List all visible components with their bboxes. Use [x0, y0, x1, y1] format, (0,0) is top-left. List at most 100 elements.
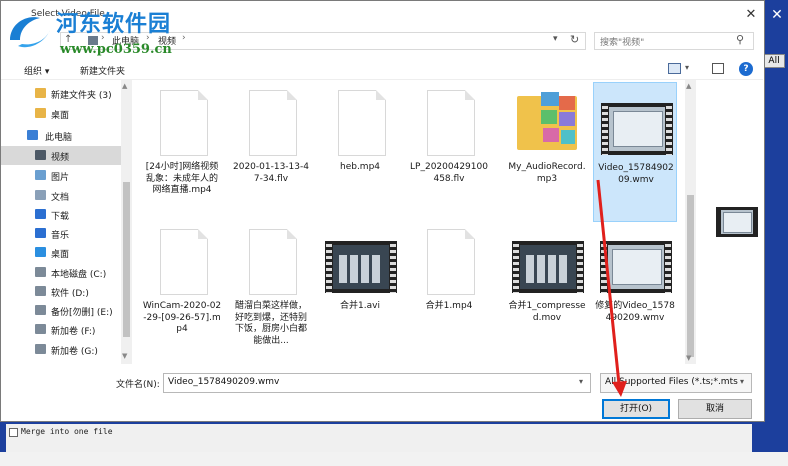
nav-scroll-down-icon[interactable]: ▼ [122, 352, 127, 360]
preview-pane-icon[interactable] [712, 63, 724, 74]
file-item[interactable]: 合并1_compressed.mov [505, 221, 589, 361]
documents-icon [35, 190, 46, 200]
file-name: 合并1_compressed.mov [508, 301, 586, 323]
file-item[interactable]: WinCam-2020-02-29-[09-26-57].mp4 [140, 221, 224, 361]
new-folder-button[interactable]: 新建文件夹 [80, 64, 125, 77]
search-placeholder: 搜索"视频" [600, 38, 645, 48]
file-list-scroll-thumb[interactable] [687, 195, 694, 357]
blank-file-icon [160, 90, 208, 156]
file-name: 合并1.mp4 [425, 301, 473, 311]
file-item[interactable]: 醋溜白菜这样做，好吃到爆，还特别下饭，厨房小白都能做出... [229, 221, 313, 361]
background-right-strip [765, 0, 788, 466]
file-item[interactable]: 合并1.mp4 [407, 221, 491, 361]
file-name: 合并1.avi [340, 301, 380, 311]
file-name: heb.mp4 [339, 162, 381, 172]
file-corner-icon [465, 229, 475, 239]
nav-item[interactable]: 新加卷 (F:) [1, 320, 121, 339]
breadcrumb-separator-icon[interactable]: › [146, 33, 150, 43]
video-frame [333, 245, 389, 289]
blank-file-icon [427, 229, 475, 295]
nav-item-label: 图片 [51, 173, 70, 183]
file-item[interactable]: 合并1.avi [318, 221, 402, 361]
film-strip-icon [665, 241, 671, 293]
filename-dropdown-icon[interactable]: ▾ [579, 377, 583, 386]
help-icon[interactable]: ? [739, 62, 753, 76]
music-icon [35, 228, 46, 238]
refresh-icon[interactable]: ↻ [570, 33, 579, 46]
film-strip-icon [577, 241, 583, 293]
file-item[interactable]: heb.mp4 [318, 82, 402, 222]
filename-label: 文件名(N): [116, 380, 160, 390]
desktop-icon [35, 247, 46, 257]
film-strip-icon [513, 241, 519, 293]
nav-item-label: 新加卷 (G:) [51, 347, 98, 357]
nav-item[interactable]: 音乐 [1, 224, 121, 243]
background-all-button[interactable]: All [763, 54, 785, 68]
nav-item-label: 软件 (D:) [51, 289, 89, 299]
cancel-button[interactable]: 取消 [678, 399, 752, 419]
file-name: LP_20200429100458.flv [410, 162, 488, 184]
blank-file-icon [249, 90, 297, 156]
change-view-icon[interactable] [668, 63, 681, 74]
file-name: 醋溜白菜这样做，好吃到爆，还特别下饭，厨房小白都能做出... [234, 301, 307, 346]
nav-item[interactable]: 桌面 [1, 243, 121, 262]
up-arrow-icon[interactable]: ↑ [64, 34, 72, 45]
video-frame [609, 107, 665, 151]
breadcrumb-separator-icon[interactable]: › [182, 33, 186, 43]
file-item[interactable]: LP_20200429100458.flv [407, 82, 491, 222]
pictures-icon [35, 170, 46, 180]
preview-thumbnail [716, 207, 758, 237]
nav-item[interactable]: 视频 [1, 146, 121, 165]
video-thumbnail-icon [600, 241, 672, 293]
merge-checkbox[interactable] [9, 428, 18, 437]
folder-icon [35, 108, 46, 118]
blank-file-icon [427, 90, 475, 156]
breadcrumb-this-pc[interactable]: 此电脑 [112, 34, 139, 47]
file-type-filter[interactable]: All Supported Files (*.ts;*.mts [600, 373, 752, 393]
file-corner-icon [198, 90, 208, 100]
file-item[interactable]: [24小时]网络视频乱象：未成年人的网络直播.mp4 [140, 82, 224, 222]
video-frame [520, 245, 576, 289]
breadcrumb-separator-icon[interactable]: › [101, 33, 105, 43]
nav-item-label: 桌面 [51, 111, 70, 121]
download-icon [35, 209, 46, 219]
filter-dropdown-icon[interactable]: ▾ [740, 377, 744, 386]
nav-item-label: 新建文件夹 (3) [51, 91, 112, 101]
nav-item[interactable]: 新建文件夹 (3) [1, 84, 121, 103]
video-thumbnail-icon [325, 241, 397, 293]
dialog-close-button[interactable]: ✕ [740, 5, 762, 25]
file-scroll-up-icon[interactable]: ▲ [686, 82, 691, 90]
nav-item[interactable]: 备份[勿删] (E:) [1, 301, 121, 320]
video-thumbnail-icon [601, 103, 673, 155]
nav-item[interactable]: 图片 [1, 166, 121, 185]
nav-item-label: 此电脑 [45, 133, 73, 143]
breadcrumb-videos[interactable]: 视频 [158, 34, 176, 47]
nav-item[interactable]: 桌面 [1, 104, 121, 123]
file-scroll-down-icon[interactable]: ▼ [686, 354, 691, 362]
filename-input[interactable]: Video_1578490209.wmv [163, 373, 591, 393]
file-item[interactable]: My_AudioRecord.mp3 [505, 82, 589, 222]
file-item[interactable]: Video_1578490209.wmv [593, 82, 677, 222]
view-options-dropdown-icon[interactable]: ▾ [685, 63, 689, 72]
drive-icon [35, 344, 46, 354]
search-icon[interactable]: ⚲ [736, 33, 744, 46]
nav-item-label: 视频 [51, 153, 70, 163]
nav-scroll-up-icon[interactable]: ▲ [122, 82, 127, 90]
organize-menu[interactable]: 组织 ▾ [24, 64, 49, 77]
blank-file-icon [249, 229, 297, 295]
nav-item[interactable]: 新加卷 (G:) [1, 340, 121, 359]
file-corner-icon [287, 229, 297, 239]
nav-item[interactable]: 本地磁盘 (C:) [1, 263, 121, 282]
video-thumbnail-icon [512, 241, 584, 293]
nav-item[interactable]: 下载 [1, 205, 121, 224]
nav-item-label: 音乐 [51, 231, 70, 241]
nav-item[interactable]: 软件 (D:) [1, 282, 121, 301]
address-history-dropdown-icon[interactable]: ▾ [553, 34, 558, 44]
nav-scroll-thumb[interactable] [123, 182, 130, 337]
nav-item[interactable]: 此电脑 [1, 126, 121, 145]
nav-item[interactable]: 文档 [1, 186, 121, 205]
background-close-icon[interactable]: ✕ [768, 6, 786, 24]
file-item[interactable]: 2020-01-13-13-47-34.flv [229, 82, 313, 222]
file-item[interactable]: 修复的Video_1578490209.wmv [593, 221, 677, 361]
open-button[interactable]: 打开(O) [602, 399, 670, 419]
